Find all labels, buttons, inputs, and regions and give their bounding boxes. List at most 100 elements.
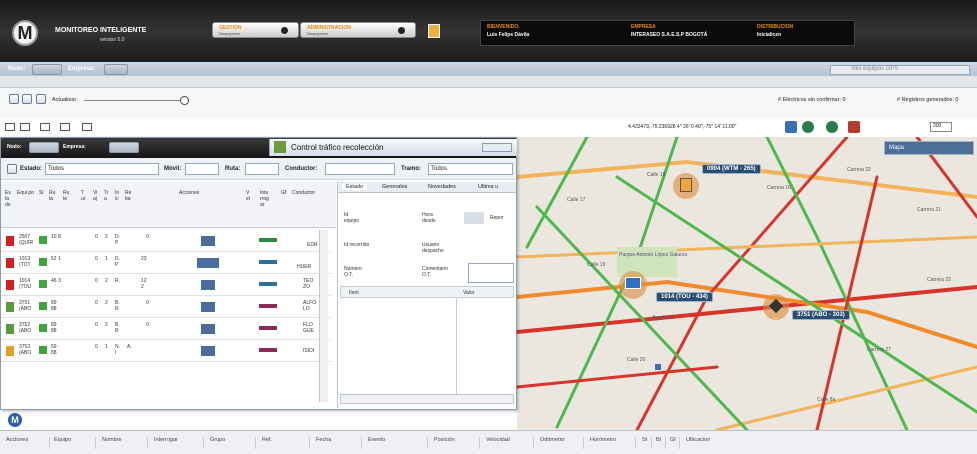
- street-label-2: Calle 18: [647, 172, 666, 178]
- tool-icon-3[interactable]: [40, 123, 50, 131]
- update-slider-track[interactable]: [84, 100, 182, 101]
- grid-scrollbar[interactable]: [319, 230, 328, 402]
- actions-icon[interactable]: [201, 324, 215, 334]
- col-interrogar[interactable]: Inte rrog ar: [260, 190, 274, 208]
- col-ruta[interactable]: Ru ta: [49, 190, 57, 202]
- table-row[interactable]: 3753 (ABO 59 88 0 1 N. I A. ISIDI: [1, 340, 331, 362]
- tool-icon-4[interactable]: [60, 123, 70, 131]
- my-gps-label: Mis equipos GPS: [852, 66, 899, 72]
- zoom-select[interactable]: 200: [930, 122, 952, 132]
- bottom-logo[interactable]: M: [8, 413, 22, 427]
- status-col-interrogar[interactable]: Interrogar: [152, 437, 204, 449]
- status-col-posicion[interactable]: Posición: [432, 437, 480, 449]
- status-col-st[interactable]: St: [640, 437, 652, 449]
- col-viaje[interactable]: Vi aj: [93, 190, 99, 202]
- filter-icon[interactable]: [36, 94, 46, 104]
- sync-icon[interactable]: [22, 94, 32, 104]
- tool-icon-1[interactable]: [5, 123, 15, 131]
- company-name: INTERASEO S.A.E.S.P BOGOTÁ: [631, 32, 708, 38]
- col-turno[interactable]: T ur: [81, 190, 87, 202]
- col-rebase[interactable]: Re ba: [125, 190, 133, 202]
- calendar-icon[interactable]: [428, 24, 440, 38]
- window-company-select[interactable]: [109, 142, 139, 153]
- vehicle-label-3751[interactable]: 3751 (ABO - 303): [792, 310, 850, 320]
- table-row[interactable]: 1013 (TOT 52 1 0 1 D. P 23 HUER: [1, 252, 331, 274]
- table-row[interactable]: 2507 (QUIR 10 8 0 2 D. P 0 EDR: [1, 230, 331, 252]
- actions-icon[interactable]: [201, 280, 215, 290]
- col-velocidad[interactable]: V el: [246, 190, 252, 202]
- table-row[interactable]: 3751 (ABO 89 88 0 2 B. R 0 ALFO LO: [1, 296, 331, 318]
- help-icon[interactable]: [785, 121, 797, 133]
- state-select[interactable]: Todos: [45, 163, 159, 175]
- row-driver: EDR: [307, 242, 318, 248]
- col-acciones[interactable]: Acciones: [179, 190, 199, 196]
- status-col-fecha[interactable]: Fecha: [314, 437, 362, 449]
- update-slider-handle[interactable]: [180, 96, 189, 105]
- tab-novedades[interactable]: Novedades: [428, 184, 456, 190]
- col-gf[interactable]: Gf: [281, 190, 286, 196]
- status-col-velocidad[interactable]: Velocidad: [484, 437, 534, 449]
- map-canvas: [517, 137, 977, 430]
- col-conductor[interactable]: Conductor: [292, 190, 315, 196]
- report-box[interactable]: [464, 212, 484, 224]
- toggle-administracion[interactable]: ADMINISTRACION Descripcion: [300, 22, 416, 38]
- status-col-acciones[interactable]: Acciones: [4, 437, 50, 449]
- tab-generales[interactable]: Generales: [382, 184, 407, 190]
- status-col-bt[interactable]: Bt: [654, 437, 666, 449]
- actions-icon[interactable]: [197, 258, 219, 268]
- status-col-gf[interactable]: Gf: [668, 437, 680, 449]
- window-node-select[interactable]: [29, 142, 59, 153]
- status-col-equipo[interactable]: Equipo: [52, 437, 96, 449]
- table-row[interactable]: 1014 (TOU 46 3 0 2 R. 12 2 TEO ZO: [1, 274, 331, 296]
- row-ruta: 89 88: [51, 300, 57, 312]
- status-col-ubicacion[interactable]: Ubicacion: [684, 437, 964, 449]
- window-refresh-icon[interactable]: [7, 164, 17, 174]
- status-col-horometro[interactable]: Horómetro: [588, 437, 636, 449]
- col-tramo[interactable]: Tr a: [104, 190, 110, 202]
- tab-estado[interactable]: Estado: [342, 184, 368, 190]
- poi-marker[interactable]: [655, 364, 661, 370]
- tool-icon-2[interactable]: [20, 123, 30, 131]
- status-col-grupo[interactable]: Grupo: [208, 437, 256, 449]
- mobile-input[interactable]: [185, 163, 219, 175]
- gps-panel[interactable]: [830, 65, 970, 75]
- actions-icon[interactable]: [201, 302, 215, 312]
- node-select[interactable]: [32, 64, 62, 75]
- vehicle-label-0904[interactable]: 0904 (WTM - 265): [702, 164, 761, 174]
- actions-icon[interactable]: [201, 236, 215, 246]
- col-inicio[interactable]: In ic: [115, 190, 121, 202]
- status-col-odometro[interactable]: Odómetro: [538, 437, 584, 449]
- item-column[interactable]: Item: [349, 290, 359, 296]
- vehicle-label-1014[interactable]: 1014 (TOU - 434): [656, 292, 713, 302]
- col-equipo[interactable]: Equi po: [17, 190, 37, 196]
- globe-icon[interactable]: [802, 121, 814, 133]
- col-sl[interactable]: Sl: [39, 190, 43, 196]
- col-estado[interactable]: Es ta do: [5, 190, 13, 208]
- window-titlebar[interactable]: Control tráfico recolección: [269, 139, 517, 156]
- status-col-evento[interactable]: Evento: [366, 437, 428, 449]
- home-icon[interactable]: [848, 121, 860, 133]
- speed-bar: [259, 348, 277, 352]
- tab-ultima[interactable]: Ultima u: [478, 184, 498, 190]
- comment-textarea[interactable]: [468, 263, 514, 283]
- table-row[interactable]: 3752 (ABO 89 88 0 2 B. R 0 FLO GUE: [1, 318, 331, 340]
- col-rute[interactable]: Ru te: [63, 190, 71, 202]
- layers-icon[interactable]: [826, 121, 838, 133]
- stretch-select[interactable]: Todos: [428, 163, 513, 175]
- driver-input[interactable]: [325, 163, 395, 175]
- refresh-icon[interactable]: [9, 94, 19, 104]
- status-col-ref[interactable]: Ref.: [260, 437, 310, 449]
- valor-column[interactable]: Valor: [463, 290, 474, 296]
- actions-icon[interactable]: [201, 346, 215, 356]
- status-col-nombre[interactable]: Nombre: [100, 437, 148, 449]
- detail-numero-ot-label: Número O.T.: [344, 266, 362, 278]
- route-input[interactable]: [245, 163, 279, 175]
- map-view[interactable]: Parque Antonio López Galarza Carrera 16 …: [517, 137, 977, 430]
- tool-icon-5[interactable]: [82, 123, 92, 131]
- company-select[interactable]: [104, 64, 128, 75]
- map-type-select[interactable]: Mapa: [884, 141, 974, 155]
- detail-hscroll[interactable]: [340, 394, 514, 404]
- window-controls[interactable]: [482, 143, 512, 152]
- row-turno: 0: [95, 256, 98, 262]
- toggle-gestion[interactable]: GESTION Descripcion: [212, 22, 299, 38]
